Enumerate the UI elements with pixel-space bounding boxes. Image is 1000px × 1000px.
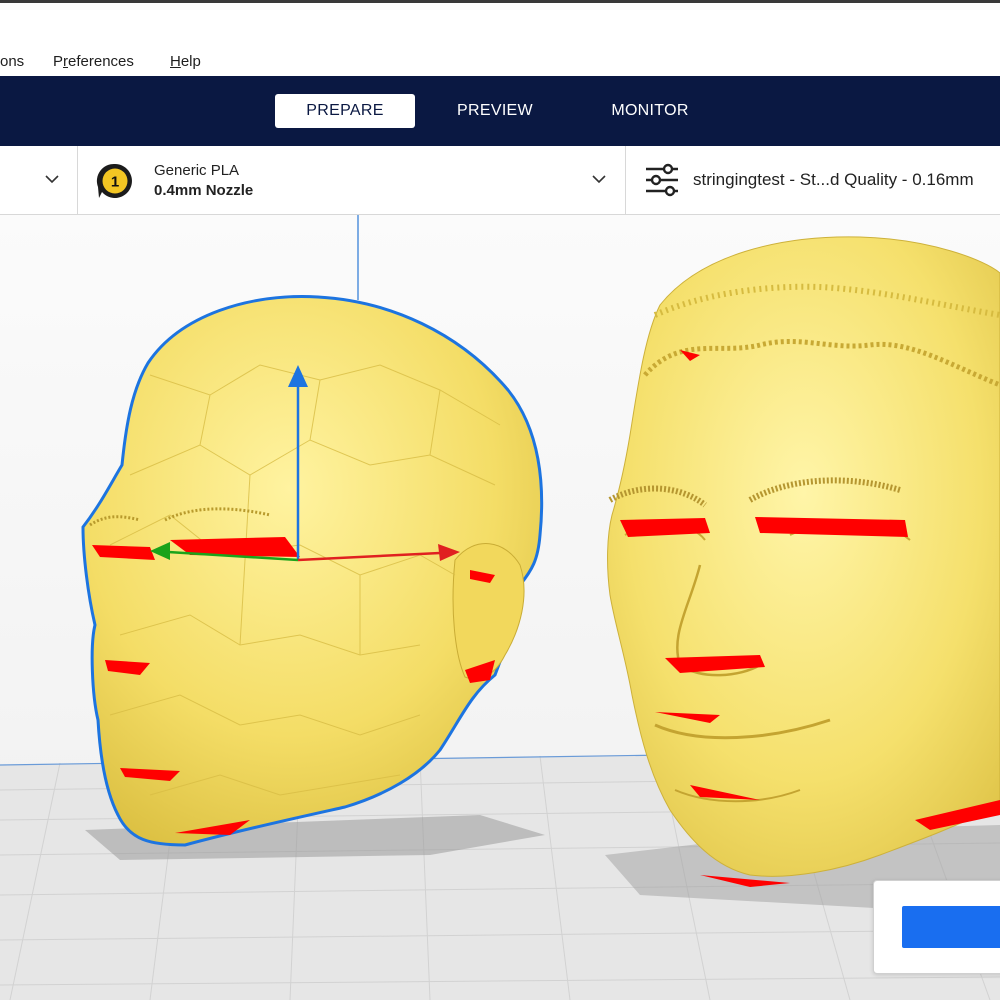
print-action-panel [873, 880, 1000, 974]
tab-prepare[interactable]: PREPARE [275, 94, 415, 128]
tab-preview[interactable]: PREVIEW [440, 94, 550, 128]
menu-bar: ons Preferences Help [0, 3, 1000, 76]
slice-button[interactable] [902, 906, 1000, 948]
menu-extensions[interactable]: ons [0, 53, 24, 70]
print-settings-selector[interactable]: stringingtest - St...d Quality - 0.16mm [626, 146, 1000, 214]
material-selector[interactable]: Generic PLA 0.4mm Nozzle [78, 146, 625, 214]
3d-viewport[interactable] [0, 215, 1000, 1000]
extruder-number: 1 [111, 174, 119, 191]
machine-toolbar: Generic PLA 0.4mm Nozzle stringingtest -… [0, 146, 1000, 215]
model-head-detailed[interactable] [607, 236, 1000, 887]
menu-preferences[interactable]: Preferences [53, 53, 134, 70]
material-name: Generic PLA [154, 162, 240, 179]
extruder-badge-icon: 1 [96, 163, 132, 198]
menu-help[interactable]: Help [170, 53, 201, 70]
print-profile-name: stringingtest - St...d Quality - 0.16mm [693, 170, 974, 189]
scene-canvas [0, 215, 1000, 1000]
settings-sliders-icon [646, 163, 678, 197]
stage-bar: PREPARE PREVIEW MONITOR [0, 76, 1000, 146]
printer-chevron-down-icon[interactable] [44, 173, 60, 185]
menu-preferences-label: Preferences [53, 53, 134, 70]
material-chevron-down-icon [592, 175, 606, 184]
menu-help-label: Help [170, 53, 201, 70]
nozzle-size: 0.4mm Nozzle [154, 182, 254, 199]
tab-monitor[interactable]: MONITOR [595, 94, 705, 128]
